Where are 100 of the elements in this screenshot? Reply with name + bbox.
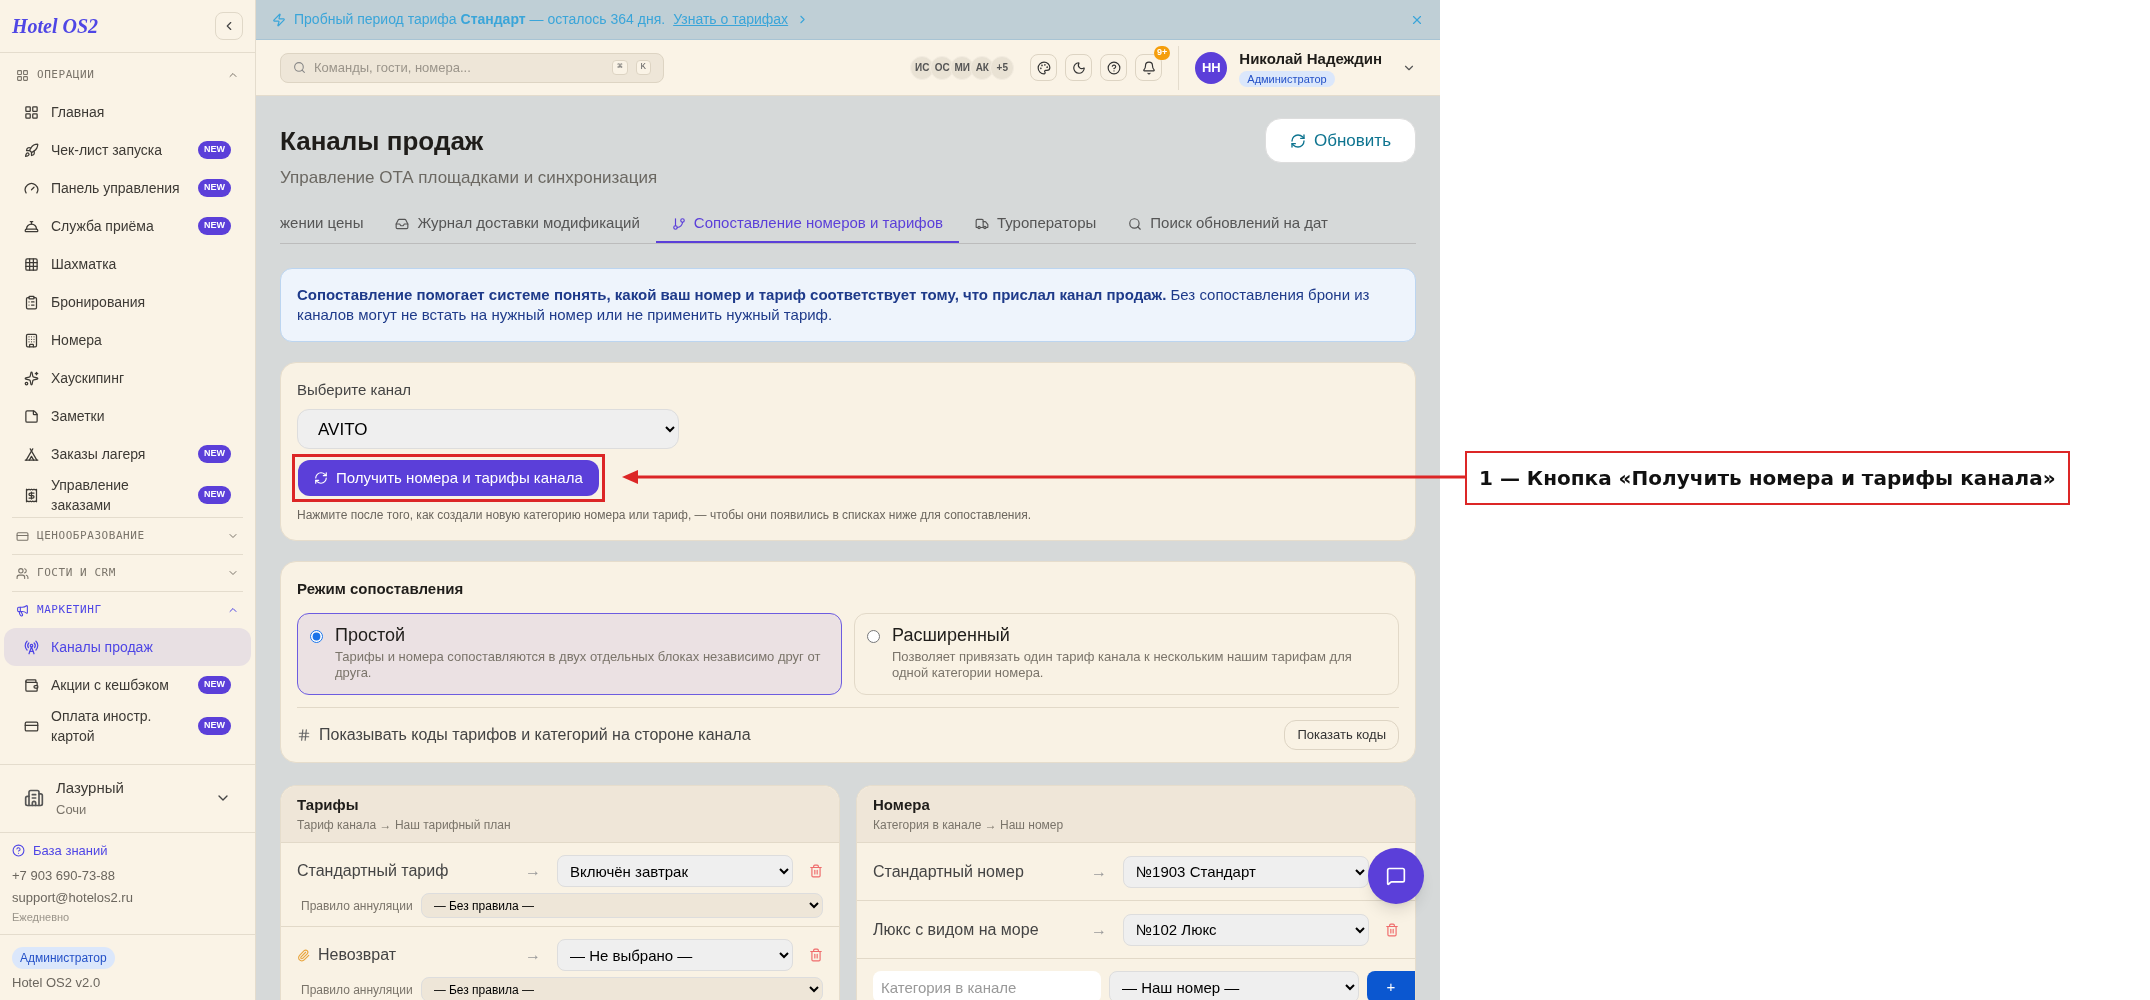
nav-item[interactable]: Каналы продаж <box>4 628 251 666</box>
nav-item[interactable]: Бронирования <box>4 283 251 321</box>
hotel-city: Сочи <box>56 800 88 819</box>
nav-item[interactable]: Хаускипинг <box>4 359 251 397</box>
building-icon <box>24 332 39 348</box>
add-button[interactable]: + <box>1367 971 1415 1000</box>
our-room-select[interactable]: — Наш номер — <box>1109 971 1359 1000</box>
gauge-icon <box>24 180 39 196</box>
room-name: Стандартный номер <box>873 861 1025 882</box>
nav-item[interactable]: Заметки <box>4 397 251 435</box>
nav-item[interactable]: Управление заказами NEW <box>4 473 251 517</box>
rule-select[interactable]: — Без правила — <box>420 893 823 918</box>
tab[interactable]: Туроператоры <box>958 206 1113 243</box>
search-field[interactable]: Команды, гости, номера... ⌘ K <box>280 52 664 83</box>
nav-item[interactable]: Главная <box>4 93 251 131</box>
new-badge: NEW <box>198 445 231 463</box>
notification-badge: 9+ <box>1154 46 1171 60</box>
card-subtitle: Тариф канала → Наш тарифный план <box>297 817 512 834</box>
app-logo: Hotel OS2 <box>12 14 99 39</box>
page-title: Каналы продаж <box>280 125 485 158</box>
version-text: Hotel OS2 v2.0 <box>12 973 101 992</box>
card-icon <box>24 718 39 734</box>
note-icon <box>24 408 39 424</box>
tariff-select[interactable]: Включён завтрак <box>557 855 793 887</box>
chat-icon <box>1386 866 1406 886</box>
arrow-text: → <box>525 861 542 881</box>
nav-item[interactable]: Шахматка <box>4 245 251 283</box>
rule-label: Правило аннуляции <box>300 897 413 915</box>
search-icon <box>293 61 306 74</box>
paperclip-icon <box>297 948 310 962</box>
nav-item[interactable]: Заказы лагеря NEW <box>4 435 251 473</box>
branch-icon <box>671 216 686 231</box>
section-header[interactable]: ГОСТИ И CRM <box>12 555 243 591</box>
shortcut-key: K <box>635 59 651 76</box>
arrow-text: → <box>1091 861 1108 882</box>
tent-icon <box>24 446 39 462</box>
room-select[interactable]: №102 Люкс <box>1123 913 1369 946</box>
rocket-icon <box>24 142 39 158</box>
section-header[interactable]: МАРКЕТИНГ <box>12 592 243 628</box>
mode-option[interactable]: Расширенный Позволяет привязать один тариф канала к нескольким нашим тарифам для одной категории номера. <box>854 612 1399 695</box>
nav-item[interactable]: Служба приёма NEW <box>4 207 251 245</box>
option-description: Позволяет привязать один тариф канала к нескольким нашим тарифам для одной категории номера. <box>892 648 1353 681</box>
tab[interactable]: Поиск обновлений на дат <box>1112 206 1344 243</box>
inbox-icon <box>395 216 410 231</box>
nav-item[interactable]: Панель управления NEW <box>4 169 251 207</box>
card-icon <box>16 529 29 543</box>
option-title: Расширенный <box>892 623 1011 647</box>
building-icon <box>24 788 44 808</box>
rule-select[interactable]: — Без правила — <box>420 977 823 1000</box>
option-description: Тарифы и номера сопоставляются в двух отдельных блоках независимо друг от друга. <box>335 648 822 681</box>
annotation-label: 1 — Кнопка «Получить номера и тарифы канала» <box>1465 451 2070 505</box>
nav-item[interactable]: Акции с кешбэком NEW <box>4 666 251 704</box>
sparkles-icon <box>24 370 39 386</box>
category-input[interactable]: Категория в канале <box>873 971 1101 1000</box>
nav-item[interactable]: Оплата иностр. картой NEW <box>4 704 251 748</box>
refresh-icon <box>314 471 328 485</box>
hotel-name: Лазурный <box>56 778 125 798</box>
tariff-select[interactable]: — Не выбрано — <box>557 939 793 971</box>
palette-button[interactable] <box>1030 54 1058 81</box>
mode-option[interactable]: Простой Тарифы и номера сопоставляются в двух отдельных блоках независимо друг от друга. <box>297 612 842 695</box>
rule-label: Правило аннуляции <box>300 981 413 999</box>
nav-item[interactable]: Номера <box>4 321 251 359</box>
tariff-name: Невозврат <box>318 945 397 965</box>
room-select[interactable]: №1903 Стандарт <box>1123 855 1369 888</box>
tab[interactable]: Сопоставление номеров и тарифов <box>655 206 959 243</box>
section-header[interactable]: ОПЕРАЦИИ <box>12 57 243 93</box>
support-hours: Ежедневно <box>12 910 71 925</box>
fetch-button[interactable]: Получить номера и тарифы канала <box>298 460 599 496</box>
new-badge: NEW <box>198 676 231 694</box>
new-badge: NEW <box>198 179 231 197</box>
help-button[interactable] <box>1100 54 1128 81</box>
trash-icon[interactable] <box>809 948 823 962</box>
arrow-text: → <box>525 945 542 965</box>
bell-icon <box>1141 60 1156 75</box>
search-input[interactable]: Команды, гости, номера... <box>314 57 605 78</box>
user-avatar[interactable]: +5 <box>990 55 1015 80</box>
knowledge-base-link[interactable]: База знаний <box>33 840 108 860</box>
refresh-button[interactable]: Обновить <box>1265 118 1416 163</box>
tab[interactable]: жении цены <box>280 206 380 243</box>
mode-radio[interactable] <box>310 629 323 643</box>
new-badge: NEW <box>198 717 231 735</box>
table-grid-icon <box>24 256 39 272</box>
theme-button[interactable] <box>1065 54 1093 81</box>
truck-icon <box>974 216 989 231</box>
bell-icon <box>24 218 39 234</box>
user-avatar[interactable]: НН <box>1195 51 1228 84</box>
section-header[interactable]: ЦЕНООБРАЗОВАНИЕ <box>12 518 243 554</box>
card-subtitle: Категория в канале → Наш номер <box>873 817 1065 834</box>
nav-item[interactable]: Чек-лист запуска NEW <box>4 131 251 169</box>
new-badge: NEW <box>198 141 231 159</box>
show-codes-button[interactable]: Показать коды <box>1284 719 1399 750</box>
lightning-icon <box>272 12 286 27</box>
trash-icon[interactable] <box>809 864 823 878</box>
mode-radio[interactable] <box>867 629 880 643</box>
user-role: Администратор <box>1239 70 1335 87</box>
tab[interactable]: Журнал доставки модификаций <box>379 206 656 243</box>
trash-icon[interactable] <box>1385 922 1399 937</box>
channel-select[interactable]: AVITO <box>297 409 679 449</box>
page-subtitle: Управление ОТА площадками и синхронизация <box>280 167 658 189</box>
receipt-icon <box>24 487 39 503</box>
